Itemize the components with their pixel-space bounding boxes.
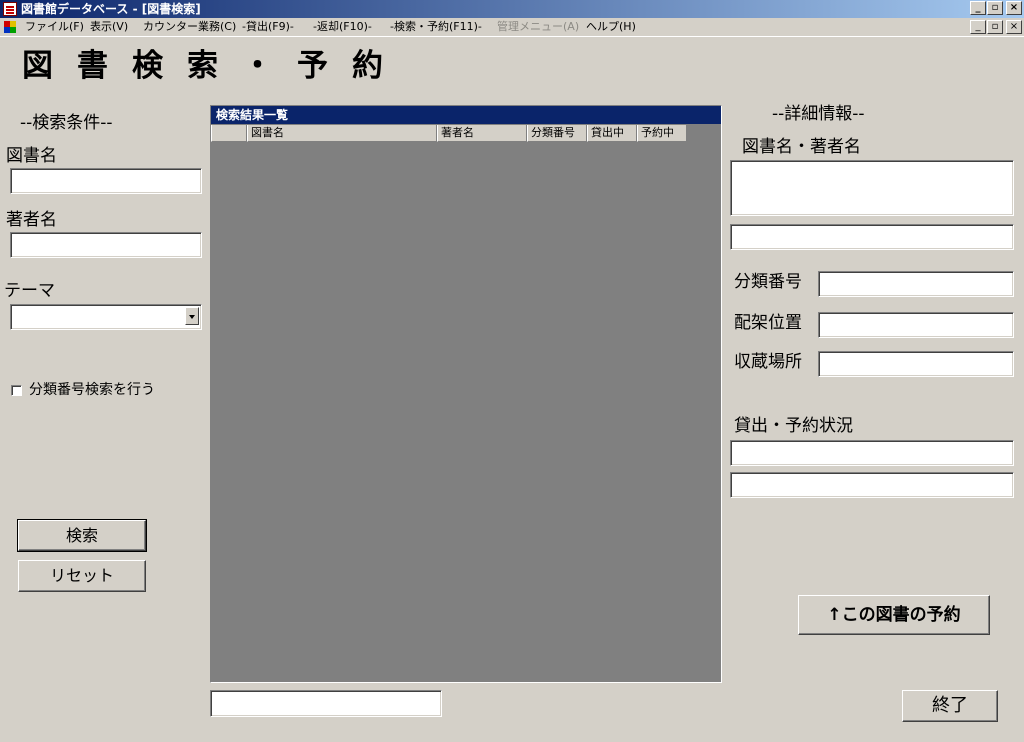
result-status-field[interactable] <box>210 690 442 717</box>
shelf-location-label: 配架位置 <box>734 313 802 333</box>
book-title-input[interactable] <box>10 168 202 194</box>
menu-bar: ファイル(F) 表示(V) カウンター業務(C) -貸出(F9)- -返却(F1… <box>0 18 1024 37</box>
storage-place-field[interactable] <box>818 351 1014 377</box>
classification-label: 分類番号 <box>734 272 802 292</box>
search-results-caption: 検索結果一覧 <box>211 106 721 124</box>
column-header-lent[interactable]: 貸出中 <box>587 125 637 142</box>
title-author-field-2[interactable] <box>730 224 1014 250</box>
menu-help[interactable]: ヘルプ(H) <box>586 19 636 35</box>
search-conditions-heading: --検索条件-- <box>20 113 113 133</box>
storage-place-label: 収蔵場所 <box>734 352 802 372</box>
classify-search-label[interactable]: 分類番号検索を行う <box>29 381 155 399</box>
classification-field[interactable] <box>818 271 1014 297</box>
book-title-label: 図書名 <box>6 146 57 166</box>
detail-heading: --詳細情報-- <box>772 104 865 124</box>
menu-return[interactable]: -返却(F10)- <box>313 19 372 35</box>
lend-status-field[interactable] <box>730 440 1014 466</box>
column-header-selector[interactable] <box>211 125 247 142</box>
restore-button[interactable]: ▫ <box>987 1 1003 15</box>
column-header-reserved[interactable]: 予約中 <box>637 125 687 142</box>
page-title: 図書検索・予約 <box>22 48 407 84</box>
title-author-field[interactable] <box>730 160 1014 216</box>
chevron-down-icon[interactable] <box>185 307 199 325</box>
column-header-title[interactable]: 図書名 <box>247 125 437 142</box>
document-icon[interactable] <box>4 21 17 34</box>
menu-view[interactable]: 表示(V) <box>90 19 128 35</box>
minimize-button[interactable]: _ <box>970 1 986 15</box>
author-label: 著者名 <box>6 210 57 230</box>
column-header-classification[interactable]: 分類番号 <box>527 125 587 142</box>
exit-button[interactable]: 終了 <box>902 690 998 722</box>
child-minimize-button[interactable]: _ <box>970 20 986 34</box>
search-results-grid[interactable]: 検索結果一覧 図書名 著者名 分類番号 貸出中 予約中 <box>210 105 722 683</box>
reset-button[interactable]: リセット <box>18 560 146 592</box>
menu-file[interactable]: ファイル(F) <box>25 19 84 35</box>
child-restore-button[interactable]: ▫ <box>987 20 1003 34</box>
menu-counter[interactable]: カウンター業務(C) <box>143 19 236 35</box>
child-close-button[interactable]: × <box>1006 20 1022 34</box>
menu-admin[interactable]: 管理メニュー(A) <box>497 19 579 35</box>
reserve-book-button[interactable]: ↑この図書の予約 <box>798 595 990 635</box>
theme-dropdown[interactable] <box>10 304 202 330</box>
menu-lend[interactable]: -貸出(F9)- <box>242 19 294 35</box>
close-button[interactable]: × <box>1006 1 1022 15</box>
author-input[interactable] <box>10 232 202 258</box>
title-bar[interactable]: 図書館データベース - [図書検索] _ ▫ × <box>0 0 1024 18</box>
reserve-status-field[interactable] <box>730 472 1014 498</box>
classify-search-checkbox[interactable] <box>11 385 22 396</box>
lend-reserve-status-label: 貸出・予約状況 <box>734 416 853 436</box>
window-title: 図書館データベース - [図書検索] <box>21 2 201 16</box>
search-button[interactable]: 検索 <box>17 519 147 552</box>
column-header-author[interactable]: 著者名 <box>437 125 527 142</box>
title-author-label: 図書名・著者名 <box>742 137 861 157</box>
theme-label: テーマ <box>4 281 55 301</box>
shelf-location-field[interactable] <box>818 312 1014 338</box>
menu-search-reserve[interactable]: -検索・予約(F11)- <box>390 19 482 35</box>
app-icon[interactable] <box>3 2 17 16</box>
